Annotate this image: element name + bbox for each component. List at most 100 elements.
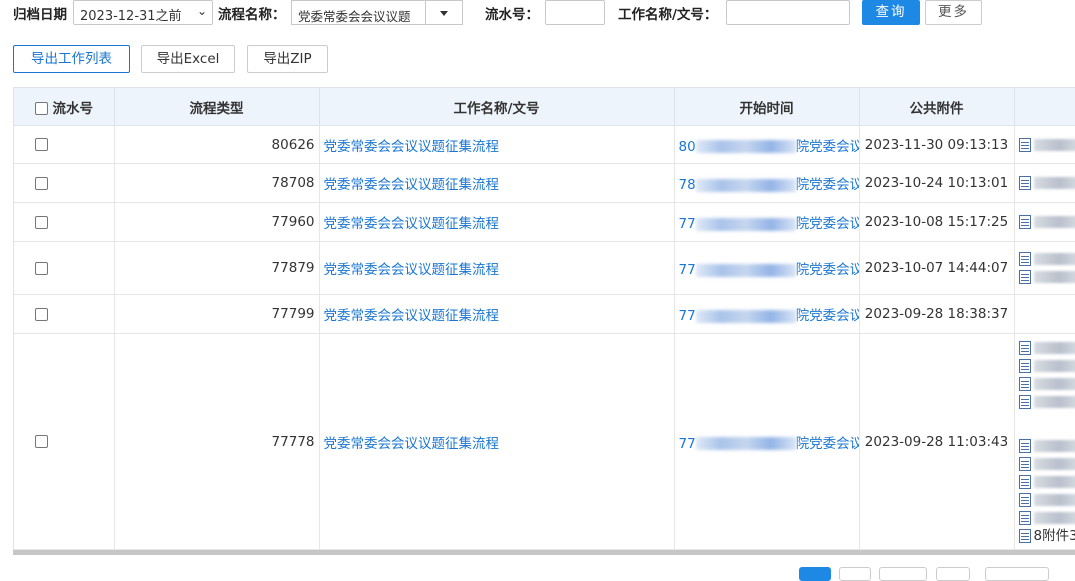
- attachment-link[interactable]: [1019, 473, 1075, 491]
- column-header-title: 工作名称/文号: [319, 88, 674, 126]
- process-type-link[interactable]: 党委常委会会议议题征集流程: [319, 203, 674, 242]
- work-list-grid: 流水号 流程类型 工作名称/文号 开始时间 公共附件 80626党委常委会会议议…: [13, 87, 1075, 555]
- work-title-link[interactable]: 77院党委会议题征集流程(2023-09-28 1: [674, 334, 859, 550]
- work-title-link[interactable]: 77院党委会议题征集流程(2023-10-07 1: [674, 242, 859, 295]
- attachment-link[interactable]: 8附件3宁夏师范学院: [1019, 527, 1075, 545]
- work-title-link[interactable]: 77院党委会议题征集流程(2023-10-08 1: [674, 203, 859, 242]
- export-zip-button[interactable]: 导出ZIP: [247, 45, 328, 73]
- attachment-link[interactable]: [1019, 268, 1075, 286]
- attachment-link[interactable]: [1019, 250, 1075, 268]
- row-checkbox[interactable]: [35, 216, 48, 229]
- word-doc-icon: [1019, 341, 1031, 355]
- redacted-attachment-name: [1034, 139, 1075, 151]
- serial-input[interactable]: [545, 0, 605, 25]
- work-title-link[interactable]: 80院党委会议题征集流程(2023-11-30 0: [674, 126, 859, 164]
- attachments-cell: [1014, 295, 1075, 334]
- table-row: 80626党委常委会会议议题征集流程80院党委会议题征集流程(2023-11-3…: [14, 126, 1075, 164]
- more-button[interactable]: 更多: [925, 0, 982, 25]
- attachment-link[interactable]: [1019, 509, 1075, 527]
- attachment-link[interactable]: [1019, 339, 1075, 357]
- work-title-link[interactable]: 78院党委会议题征集流程(2023-10-24 1: [674, 164, 859, 203]
- archive-date-select[interactable]: 2023-12-31之前 ⌄: [73, 0, 213, 25]
- pager-button[interactable]: [985, 567, 1049, 581]
- row-checkbox[interactable]: [35, 308, 48, 321]
- attachments-cell: [1014, 126, 1075, 164]
- serial-cell: 77960: [114, 203, 319, 242]
- redacted-text: [696, 437, 796, 450]
- start-time-cell: 2023-09-28 18:38:37: [859, 295, 1014, 334]
- pager-current-page[interactable]: [799, 567, 831, 581]
- redacted-text: [696, 140, 796, 153]
- process-type-link[interactable]: 党委常委会会议议题征集流程: [319, 164, 674, 203]
- redacted-attachment-name: [1034, 378, 1075, 390]
- select-all-checkbox[interactable]: [35, 102, 48, 115]
- process-type-link[interactable]: 党委常委会会议议题征集流程: [319, 334, 674, 550]
- archive-date-value: 2023-12-31之前: [80, 9, 182, 24]
- serial-cell: 80626: [114, 126, 319, 164]
- attachment-link[interactable]: [1019, 491, 1075, 509]
- redacted-text: [696, 310, 796, 323]
- redacted-attachment-name: [1034, 271, 1075, 283]
- column-header-actions: [1014, 88, 1075, 126]
- redacted-attachment-name: [1034, 360, 1075, 372]
- attachment-link[interactable]: [1019, 437, 1075, 455]
- query-button[interactable]: 查询: [862, 0, 920, 25]
- row-checkbox[interactable]: [35, 138, 48, 151]
- redacted-attachment-name: [1034, 512, 1075, 524]
- attachment-link[interactable]: [1019, 393, 1075, 411]
- attachments-cell: [1014, 164, 1075, 203]
- redacted-text: [696, 179, 796, 192]
- attachment-link[interactable]: [1019, 136, 1075, 154]
- word-doc-icon: [1019, 138, 1031, 152]
- process-type-link[interactable]: 党委常委会会议议题征集流程: [319, 295, 674, 334]
- start-time-cell: 2023-10-07 14:44:07: [859, 242, 1014, 295]
- attachments-cell: [1014, 242, 1075, 295]
- work-list-table: 流水号 流程类型 工作名称/文号 开始时间 公共附件 80626党委常委会会议议…: [14, 88, 1075, 550]
- row-checkbox-cell: [14, 203, 114, 242]
- table-row: 77799党委常委会会议议题征集流程77院党委会议题征集流程(2023-09-2…: [14, 295, 1075, 334]
- export-list-button[interactable]: 导出工作列表: [13, 45, 130, 73]
- row-checkbox-cell: [14, 164, 114, 203]
- work-title-input[interactable]: [726, 0, 850, 25]
- row-checkbox[interactable]: [35, 262, 48, 275]
- process-name-dropdown-button[interactable]: [425, 1, 462, 24]
- redacted-attachment-name: [1034, 216, 1075, 228]
- process-name-label: 流程名称：: [218, 3, 286, 23]
- pager-button[interactable]: [839, 567, 871, 581]
- process-type-link[interactable]: 党委常委会会议议题征集流程: [319, 242, 674, 295]
- pager-button[interactable]: [936, 567, 970, 581]
- serial-cell: 77799: [114, 295, 319, 334]
- table-header-row: 流水号 流程类型 工作名称/文号 开始时间 公共附件: [14, 88, 1075, 126]
- horizontal-scrollbar[interactable]: [13, 550, 1075, 555]
- export-excel-button[interactable]: 导出Excel: [141, 45, 235, 73]
- process-type-link[interactable]: 党委常委会会议议题征集流程: [319, 126, 674, 164]
- process-name-combobox[interactable]: 党委常委会会议议题: [291, 0, 463, 25]
- row-checkbox-cell: [14, 126, 114, 164]
- attachment-link[interactable]: [1019, 375, 1075, 393]
- redacted-text: [696, 218, 796, 231]
- word-doc-icon: [1019, 529, 1031, 543]
- serial-cell: 77778: [114, 334, 319, 550]
- word-doc-icon: [1019, 475, 1031, 489]
- word-doc-icon: [1019, 511, 1031, 525]
- word-doc-icon: [1019, 270, 1031, 284]
- attachment-link[interactable]: [1019, 174, 1075, 192]
- column-header-attachments: 公共附件: [859, 88, 1014, 126]
- start-time-cell: 2023-09-28 11:03:43: [859, 334, 1014, 550]
- start-time-cell: 2023-10-08 15:17:25: [859, 203, 1014, 242]
- redacted-attachment-name: [1034, 458, 1075, 470]
- work-title-label: 工作名称/文号：: [618, 3, 717, 23]
- word-doc-icon: [1019, 252, 1031, 266]
- work-title-link[interactable]: 77院党委会议题征集流程(2023-09-28 1: [674, 295, 859, 334]
- attachment-link[interactable]: [1019, 213, 1075, 231]
- word-doc-icon: [1019, 377, 1031, 391]
- redacted-attachment-name: [1034, 342, 1075, 354]
- attachment-link[interactable]: [1019, 357, 1075, 375]
- attachments-cell: 8附件3宁夏师范学院: [1014, 334, 1075, 550]
- serial-label: 流水号：: [485, 3, 539, 23]
- pager-button[interactable]: [879, 567, 927, 581]
- attachment-link[interactable]: [1019, 455, 1075, 473]
- row-checkbox[interactable]: [35, 435, 48, 448]
- row-checkbox[interactable]: [35, 177, 48, 190]
- word-doc-icon: [1019, 439, 1031, 453]
